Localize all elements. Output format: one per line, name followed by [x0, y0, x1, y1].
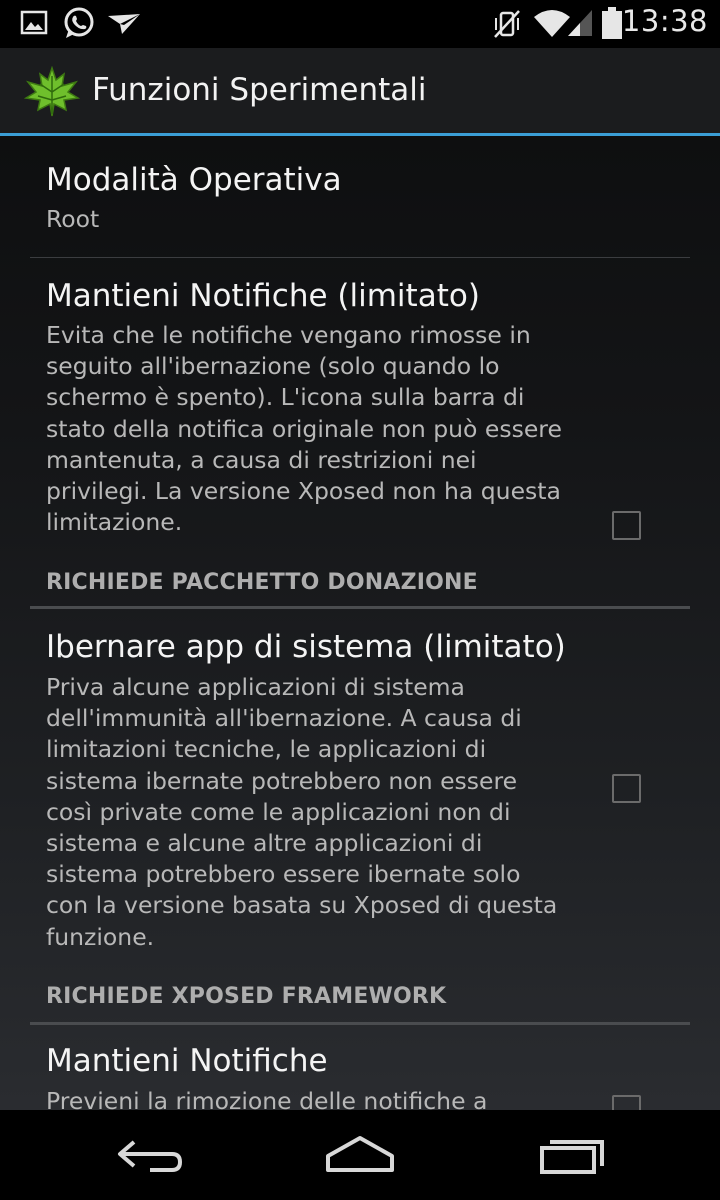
- page-title: Funzioni Sperimentali: [92, 72, 427, 108]
- keep-notifications-checkbox[interactable]: [612, 1095, 641, 1110]
- keep-notifications-limited-checkbox[interactable]: [612, 511, 641, 540]
- send-icon: [108, 14, 140, 34]
- maple-leaf-icon[interactable]: [24, 66, 80, 118]
- summary-line: sistema e alcune altre applicazioni di: [46, 829, 483, 858]
- summary-line: schermo è spento). L'icona sulla barra d…: [46, 383, 525, 412]
- preferences-list[interactable]: Modalità Operativa Root Mantieni Notific…: [0, 136, 720, 1110]
- pref-hibernate-system-apps[interactable]: Ibernare app di sistema (limitato) Priva…: [0, 609, 720, 969]
- category-donation-header: RICHIEDE PACCHETTO DONAZIONE: [46, 570, 478, 595]
- pref-keep-notifications-limited[interactable]: Mantieni Notifiche (limitato) Evita che …: [0, 258, 720, 560]
- vibrate-mute-icon: [494, 10, 520, 38]
- signal-icon: [568, 10, 592, 36]
- pref-summary: Priva alcune applicazioni di sistema del…: [46, 672, 576, 953]
- pref-summary: Root: [46, 205, 100, 233]
- status-bar: 13:38: [0, 0, 720, 48]
- summary-line: dell'immunità all'ibernazione. A causa d…: [46, 704, 522, 733]
- home-icon[interactable]: [324, 1132, 396, 1178]
- pref-summary: Previeni la rimozione delle notifiche a: [46, 1087, 488, 1110]
- summary-line: sistema ibernate potrebbero non essere: [46, 766, 518, 795]
- whatsapp-icon: [64, 7, 94, 38]
- summary-line: Evita che le notifiche vengano rimosse i…: [46, 321, 531, 349]
- back-icon[interactable]: [116, 1132, 184, 1178]
- summary-line: funzione.: [46, 922, 155, 951]
- summary-line: stato della notifica originale non può e…: [46, 414, 562, 443]
- gallery-icon: [20, 10, 48, 35]
- pref-title: Mantieni Notifiche (limitato): [46, 278, 480, 314]
- summary-line: sistema potrebbero essere ibernate solo: [46, 860, 521, 889]
- clock: 13:38: [621, 4, 708, 38]
- navigation-bar: [0, 1110, 720, 1200]
- category-xposed-header: RICHIEDE XPOSED FRAMEWORK: [46, 984, 447, 1009]
- pref-title: Ibernare app di sistema (limitato): [46, 629, 566, 665]
- summary-line: privilegi. La versione Xposed non ha que…: [46, 477, 561, 506]
- pref-title: Modalità Operativa: [46, 162, 342, 198]
- pref-operating-mode[interactable]: Modalità Operativa Root: [0, 136, 720, 258]
- hibernate-system-apps-checkbox[interactable]: [612, 774, 641, 803]
- summary-line: limitazioni tecniche, le applicazioni di: [46, 735, 487, 764]
- action-bar: Funzioni Sperimentali: [0, 48, 720, 136]
- summary-line: Priva alcune applicazioni di sistema: [46, 673, 465, 701]
- summary-line: mantenuta, a causa di restrizioni nei: [46, 445, 477, 474]
- pref-summary: Evita che le notifiche vengano rimosse i…: [46, 320, 576, 538]
- pref-keep-notifications[interactable]: Mantieni Notifiche Previeni la rimozione…: [0, 1025, 720, 1110]
- summary-line: con la versione basata su Xposed di ques…: [46, 891, 558, 920]
- summary-line: così private come le applicazioni non di: [46, 797, 511, 826]
- battery-icon: [602, 7, 622, 39]
- pref-title: Mantieni Notifiche: [46, 1043, 328, 1079]
- summary-line: seguito all'ibernazione (solo quando lo: [46, 352, 500, 381]
- recents-icon[interactable]: [536, 1132, 608, 1178]
- summary-line: limitazione.: [46, 508, 183, 537]
